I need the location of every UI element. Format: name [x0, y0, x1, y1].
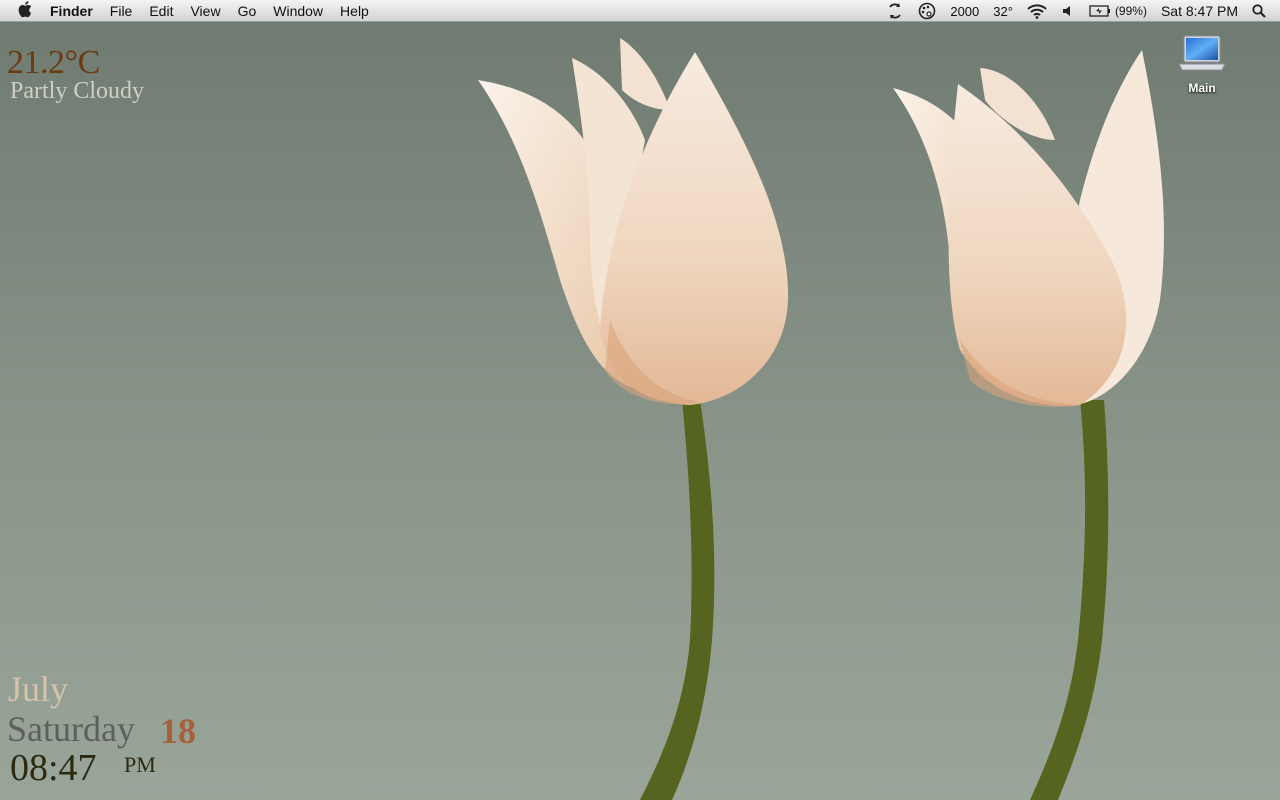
menu-edit[interactable]: Edit [149, 0, 173, 22]
time-ampm: PM [124, 752, 156, 777]
menu-finder[interactable]: Finder [50, 0, 93, 22]
time-display: 08:47 [10, 747, 97, 789]
tulip-left [478, 38, 789, 800]
menu-file[interactable]: File [110, 0, 133, 22]
spotlight-icon[interactable] [1252, 4, 1266, 18]
desktop-icon-main[interactable]: Main [1172, 32, 1232, 95]
menu-window[interactable]: Window [273, 0, 323, 22]
menubar-clock[interactable]: Sat 8:47 PM [1161, 3, 1238, 19]
volume-icon[interactable] [1061, 4, 1075, 18]
apple-menu[interactable] [16, 1, 36, 21]
status-temperature[interactable]: 32° [993, 4, 1013, 19]
tulip-right [893, 50, 1164, 800]
status-count[interactable]: 2000 [950, 4, 979, 19]
weather-condition: Partly Cloudy [10, 78, 145, 104]
date-month: July [8, 669, 69, 709]
menu-bar: Finder File Edit View Go Window Help 200… [0, 0, 1280, 22]
palette-icon[interactable] [918, 2, 936, 20]
status-menus: 2000 32° (99%) Sat 8:47 PM [886, 0, 1280, 22]
menu-view[interactable]: View [190, 0, 220, 22]
menu-go[interactable]: Go [238, 0, 257, 22]
date-weekday: Saturday [7, 709, 135, 749]
desktop-wallpaper [478, 38, 1164, 800]
date-day-number: 18 [160, 711, 196, 751]
wifi-icon[interactable] [1027, 3, 1047, 19]
menu-help[interactable]: Help [340, 0, 369, 22]
weather-temperature: 21.2°C [7, 44, 100, 81]
sync-icon[interactable] [886, 3, 904, 19]
laptop-icon [1177, 35, 1227, 78]
battery-percent[interactable]: (99%) [1115, 4, 1147, 18]
apple-icon [18, 0, 34, 21]
desktop-icon-label: Main [1188, 81, 1216, 95]
battery-icon[interactable] [1089, 5, 1111, 17]
